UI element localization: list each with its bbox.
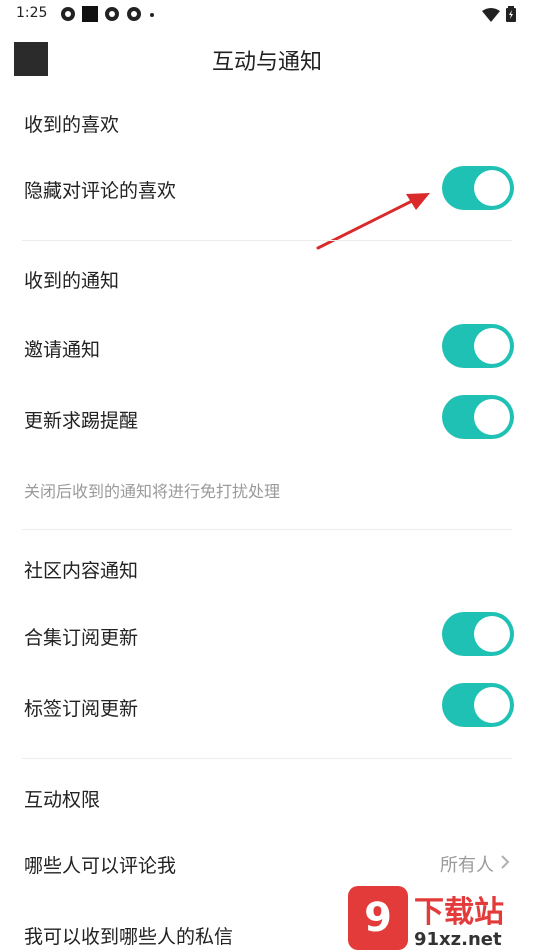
- toggle-knob: [474, 687, 510, 723]
- tag-update-label: 标签订阅更新: [24, 698, 139, 720]
- who-can-comment-label[interactable]: 哪些人可以评论我: [24, 851, 176, 878]
- section-title-community: 社区内容通知: [24, 560, 139, 582]
- watermark-title: 下载站: [414, 895, 504, 930]
- collection-update-toggle[interactable]: [442, 612, 514, 656]
- wifi-icon: [482, 7, 500, 26]
- app-notification-icon: [104, 6, 120, 22]
- divider: [22, 758, 512, 759]
- who-can-comment-value-text: 所有人: [440, 855, 494, 876]
- collection-update-label: 合集订阅更新: [24, 627, 139, 649]
- status-time: 1:25: [16, 5, 48, 21]
- more-dot-icon: [148, 6, 156, 22]
- watermark-badge: 9: [348, 886, 408, 950]
- update-reminder-label: 更新求踢提醒: [24, 410, 139, 432]
- section-title-likes: 收到的喜欢: [24, 114, 120, 136]
- toggle-knob: [474, 328, 510, 364]
- who-can-comment-value[interactable]: 所有人: [440, 851, 510, 877]
- invite-notification-label: 邀请通知: [24, 339, 101, 361]
- section-title-permissions: 互动权限: [24, 789, 101, 811]
- watermark-logo: 9 下载站 91xz.net: [348, 878, 528, 950]
- watermark-url: 91xz.net: [414, 929, 502, 950]
- chevron-right-icon: [500, 854, 510, 875]
- page-title: 互动与通知: [211, 50, 322, 75]
- header: 互动与通知: [0, 32, 534, 88]
- section-title-notifications: 收到的通知: [24, 270, 120, 292]
- hide-comment-likes-toggle[interactable]: [442, 166, 514, 210]
- annotation-arrow-icon: [316, 193, 430, 250]
- notification-icons: [60, 6, 156, 22]
- notification-hint: 关闭后收到的通知将进行免打扰处理: [24, 482, 281, 501]
- divider: [22, 529, 512, 530]
- status-bar: 1:25: [0, 0, 534, 28]
- invite-notification-toggle[interactable]: [442, 324, 514, 368]
- toggle-knob: [474, 399, 510, 435]
- toggle-knob: [474, 616, 510, 652]
- square-notification-icon: [82, 6, 98, 22]
- app-notification-icon: [126, 6, 142, 22]
- toggle-knob: [474, 170, 510, 206]
- update-reminder-toggle[interactable]: [442, 395, 514, 439]
- app-notification-icon: [60, 6, 76, 22]
- hide-comment-likes-label: 隐藏对评论的喜欢: [24, 180, 177, 202]
- tag-update-toggle[interactable]: [442, 683, 514, 727]
- divider: [22, 240, 512, 241]
- who-can-message-label[interactable]: 我可以收到哪些人的私信: [24, 922, 233, 949]
- battery-icon: [506, 6, 516, 26]
- system-status-icons: [482, 6, 516, 26]
